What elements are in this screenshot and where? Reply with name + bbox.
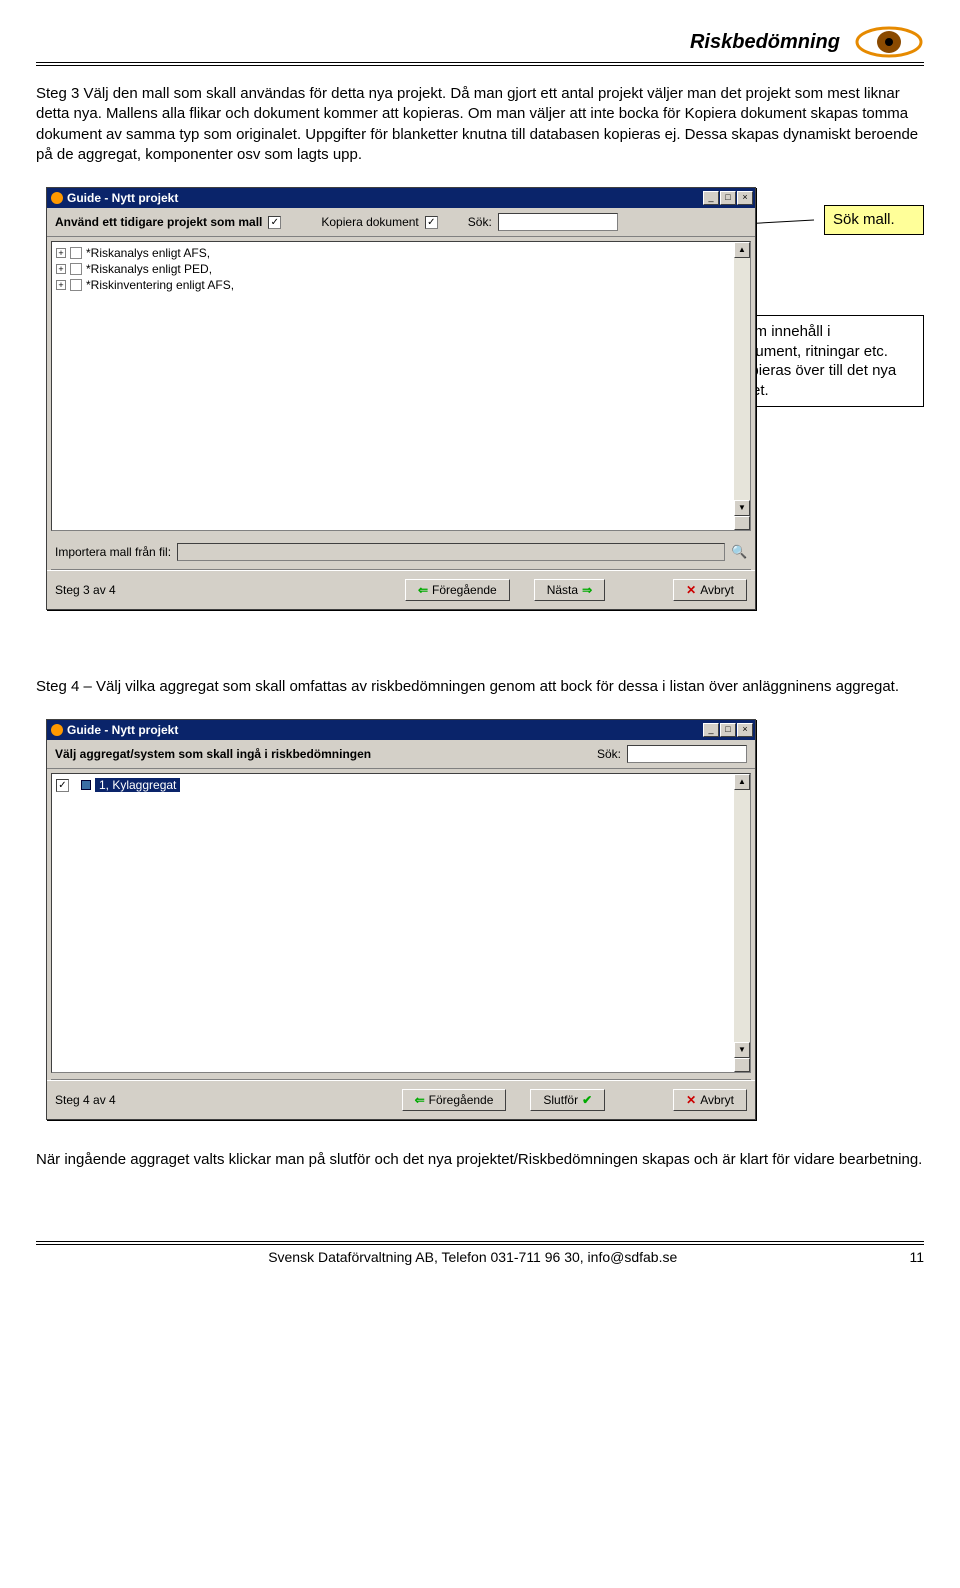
- finish-button[interactable]: Slutför✔: [530, 1089, 605, 1111]
- step3-text: Steg 3 Välj den mall som skall användas …: [36, 84, 924, 165]
- callout-sok-mall: Sök mall.: [824, 205, 924, 235]
- x-icon: ✕: [686, 583, 696, 597]
- cancel-button[interactable]: ✕Avbryt: [673, 1089, 747, 1111]
- template-tree: + *Riskanalys enligt AFS, + *Riskanalys …: [51, 241, 751, 531]
- scroll-down-button[interactable]: ▼: [734, 500, 750, 516]
- import-label: Importera mall från fil:: [55, 545, 171, 559]
- screenshot2-container: Guide - Nytt projekt _ □ × Välj aggregat…: [36, 719, 924, 1120]
- vertical-scrollbar[interactable]: ▲ ▼: [734, 774, 750, 1072]
- scroll-up-button[interactable]: ▲: [734, 242, 750, 258]
- maximize-button[interactable]: □: [720, 723, 736, 737]
- tree-item[interactable]: + *Riskanalys enligt AFS,: [56, 245, 730, 261]
- window-title: Guide - Nytt projekt: [67, 191, 703, 205]
- next-button[interactable]: Nästa⇒: [534, 579, 605, 601]
- cancel-button[interactable]: ✕Avbryt: [673, 579, 747, 601]
- expand-icon[interactable]: +: [56, 248, 66, 258]
- arrow-left-icon: ⇐: [418, 583, 428, 597]
- page-footer: Svensk Dataförvaltning AB, Telefon 031-7…: [36, 1241, 924, 1265]
- search-input[interactable]: [627, 745, 747, 763]
- arrow-right-icon: ⇒: [582, 583, 592, 597]
- tree-label: *Riskinventering enligt AFS,: [86, 278, 234, 292]
- titlebar: Guide - Nytt projekt _ □ ×: [47, 188, 755, 208]
- footer-text: Svensk Dataförvaltning AB, Telefon 031-7…: [36, 1249, 909, 1265]
- close-button[interactable]: ×: [737, 191, 753, 205]
- expand-icon[interactable]: +: [56, 264, 66, 274]
- close-button[interactable]: ×: [737, 723, 753, 737]
- use-previous-checkbox[interactable]: ✓: [268, 216, 281, 229]
- screenshot1-container: Sök mall. Ange om innehåll i textdokumen…: [36, 187, 924, 647]
- copy-doc-checkbox[interactable]: ✓: [425, 216, 438, 229]
- document-icon: [70, 279, 82, 291]
- expand-icon[interactable]: +: [56, 280, 66, 290]
- previous-button[interactable]: ⇐Föregående: [405, 579, 510, 601]
- scroll-up-button[interactable]: ▲: [734, 774, 750, 790]
- tree-label: *Riskanalys enligt PED,: [86, 262, 212, 276]
- resize-grip[interactable]: [734, 1058, 750, 1072]
- maximize-button[interactable]: □: [720, 191, 736, 205]
- previous-button[interactable]: ⇐Föregående: [402, 1089, 507, 1111]
- browse-icon[interactable]: 🔍: [731, 544, 747, 560]
- header-title: Riskbedömning: [690, 31, 840, 54]
- search-label: Sök:: [597, 747, 621, 761]
- step-indicator: Steg 3 av 4: [55, 583, 116, 597]
- page-number: 11: [909, 1249, 924, 1265]
- select-aggregate-label: Välj aggregat/system som skall ingå i ri…: [55, 747, 371, 761]
- arrow-left-icon: ⇐: [415, 1093, 425, 1107]
- closing-text: När ingående aggraget valts klickar man …: [36, 1150, 924, 1170]
- x-icon: ✕: [686, 1093, 696, 1107]
- page-header: Riskbedömning: [36, 24, 924, 60]
- wizard-bottombar: Steg 4 av 4 ⇐Föregående Slutför✔ ✕Avbryt: [47, 1080, 755, 1119]
- search-label: Sök:: [468, 215, 492, 229]
- header-rule: [36, 62, 924, 66]
- aggregate-checkbox[interactable]: ✓: [56, 779, 69, 792]
- wizard-window-step3: Guide - Nytt projekt _ □ × Använd ett ti…: [46, 187, 756, 610]
- tree-item[interactable]: + *Riskanalys enligt PED,: [56, 261, 730, 277]
- step-indicator: Steg 4 av 4: [55, 1093, 116, 1107]
- resize-grip[interactable]: [734, 516, 750, 530]
- minimize-button[interactable]: _: [703, 191, 719, 205]
- aggregate-icon: [81, 780, 91, 790]
- aggregate-list: ✓ 1, Kylaggregat ▲ ▼: [51, 773, 751, 1073]
- scroll-down-button[interactable]: ▼: [734, 1042, 750, 1058]
- window-title: Guide - Nytt projekt: [67, 723, 703, 737]
- wizard-window-step4: Guide - Nytt projekt _ □ × Välj aggregat…: [46, 719, 756, 1120]
- options-toolbar: Välj aggregat/system som skall ingå i ri…: [47, 740, 755, 769]
- step4-text: Steg 4 – Välj vilka aggregat som skall o…: [36, 677, 924, 697]
- document-icon: [70, 263, 82, 275]
- aggregate-label: 1, Kylaggregat: [95, 778, 180, 792]
- tree-item[interactable]: + *Riskinventering enligt AFS,: [56, 277, 730, 293]
- import-path-field[interactable]: [177, 543, 725, 561]
- eye-logo-icon: [854, 24, 924, 60]
- minimize-button[interactable]: _: [703, 723, 719, 737]
- titlebar: Guide - Nytt projekt _ □ ×: [47, 720, 755, 740]
- app-icon: [51, 192, 63, 204]
- copy-doc-label: Kopiera dokument: [321, 215, 418, 229]
- tree-label: *Riskanalys enligt AFS,: [86, 246, 210, 260]
- use-previous-label: Använd ett tidigare projekt som mall: [55, 215, 262, 229]
- check-icon: ✔: [582, 1093, 592, 1107]
- app-icon: [51, 724, 63, 736]
- list-item[interactable]: ✓ 1, Kylaggregat: [56, 777, 730, 793]
- search-input[interactable]: [498, 213, 618, 231]
- document-icon: [70, 247, 82, 259]
- vertical-scrollbar[interactable]: ▲ ▼: [734, 242, 750, 530]
- wizard-bottombar: Steg 3 av 4 ⇐Föregående Nästa⇒ ✕Avbryt: [47, 570, 755, 609]
- options-toolbar: Använd ett tidigare projekt som mall ✓ K…: [47, 208, 755, 237]
- import-row: Importera mall från fil: 🔍: [47, 535, 755, 569]
